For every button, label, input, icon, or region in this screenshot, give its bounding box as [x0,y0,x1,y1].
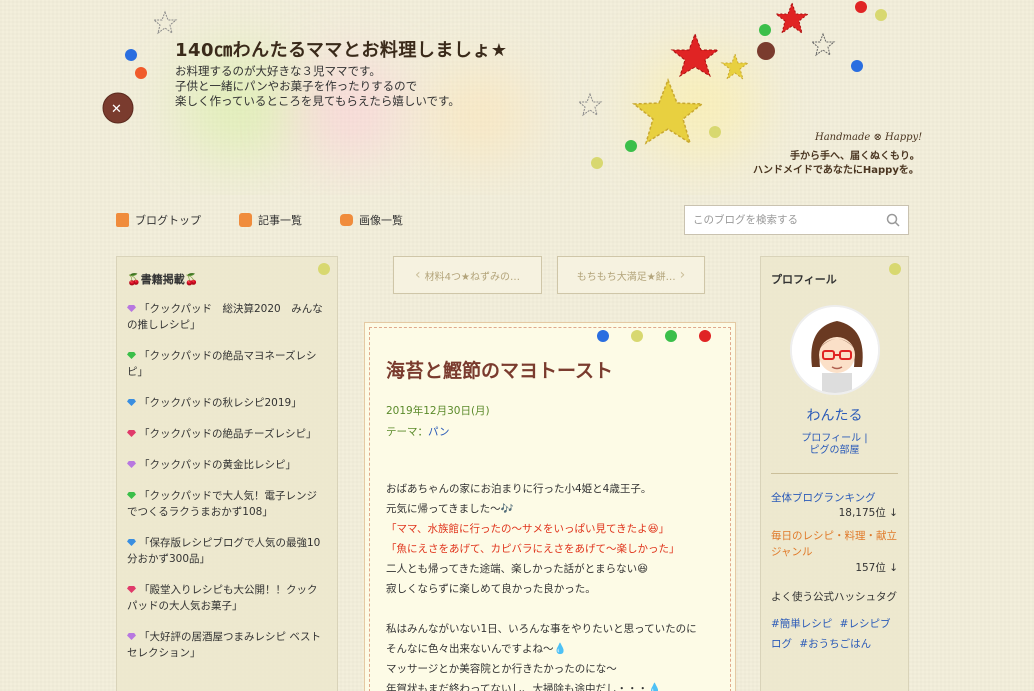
blog-description: お料理するのが大好きな３児ママです。 子供と一緒にパンやお菓子を作ったりするので… [175,64,460,108]
book-item[interactable]: 「クックパッドで大人気！電子レンジでつくるラクうまおかず108」 [127,488,327,520]
hashtag-link[interactable]: #簡単レシピ [771,618,832,630]
utensils-icon [757,42,775,60]
profile-link[interactable]: プロフィール [801,433,861,444]
document-icon [116,213,129,227]
blog-search [684,205,909,235]
genre-ranking-link[interactable]: 毎日のレシピ・料理・献立ジャンル [771,528,898,560]
genre-ranking-value: 157位 ↓ [855,562,898,574]
hashtag-list: #簡単レシピ #レシピブログ #おうちごはん [771,614,898,654]
camera-icon [340,214,353,226]
article-title[interactable]: 海苔と鰹節のマヨトースト [386,356,714,383]
theme-link[interactable]: パン [428,426,450,438]
gem-icon [127,399,136,406]
button-deco-icon [318,263,330,275]
books-heading: 🍒書籍掲載🍒 [127,273,199,286]
red-star-icon [774,1,810,35]
article-text: 「魚にえさをあげて、カピバラにえさをあげて〜楽しかった」 [386,543,680,555]
blog-title[interactable]: 140㎝わんたるママとお料理しましょ★ [175,36,508,62]
hashtag-title: よく使う公式ハッシュタグ [771,591,897,603]
search-icon[interactable] [886,213,900,227]
nav-articles[interactable]: 記事一覧 [239,212,302,228]
profile-name[interactable]: わんたる [771,405,898,425]
nav-blog-top[interactable]: ブログトップ [116,212,201,228]
tagline-1: 手から手へ、届くぬくもり。 [790,151,920,162]
article-text: 「ママ、水族館に行ったの〜サメをいっぱい見てきたよ😆」 [386,523,670,535]
books-list: 「クックパッド 総決算2020 みんなの推しレシピ」 「クックパッドの絶品マヨネ… [127,301,327,661]
pig-room-link[interactable]: ピグの部屋 [810,445,860,456]
article-date: 2019年12月30日(月) [386,405,490,417]
yellow-star-icon [631,77,705,145]
article-card: 海苔と鰹節のマヨトースト 2019年12月30日(月) テーマ：パン おばあちゃ… [364,322,736,691]
nav-images[interactable]: 画像一覧 [340,212,403,228]
article-text: 二人とも帰ってきた途端、楽しかった話がとまらない😆 [386,563,649,575]
gem-icon [127,492,136,499]
search-input[interactable] [685,206,875,234]
blog-header: ✕ 140㎝わんたるママとお料理しましょ★ お料理するのが大好きな３児ママです。… [0,0,1034,195]
gem-icon [127,461,136,468]
divider [771,473,898,474]
article-text: おばあちゃんの家にお泊まりに行った小4姫と4歳王子。 [386,483,652,495]
book-item[interactable]: 「大好評の居酒屋つまみレシピ ベストセレクション」 [127,629,327,661]
article-text: 元気に帰ってきました〜🎶 [386,503,514,515]
profile-panel: プロフィール わんたる プロフィール | ピグの部屋 全体ブログランキング 18… [760,256,909,691]
article-text: 年賀状もまだ終わってないし、大掃除も途中だし・・・💧 [386,683,662,691]
outline-star-icon [810,32,836,57]
books-panel: 🍒書籍掲載🍒 「クックパッド 総決算2020 みんなの推しレシピ」 「クックパッ… [116,256,338,691]
book-item[interactable]: 「クックパッドの絶品チーズレシピ」 [127,426,327,442]
outline-star-icon [152,10,178,35]
article-text: マッサージとか美容院とか行きたかったのにな〜 [386,663,617,675]
outline-star-icon [577,92,603,117]
chevron-right-icon: › [679,267,686,283]
copy-icon [239,213,252,227]
book-item[interactable]: 「クックパッドの秋レシピ2019」 [127,395,327,411]
overall-ranking-value: 18,175位 ↓ [838,507,898,519]
next-article-button[interactable]: もちもち大満足★餅… › [557,256,705,294]
avatar[interactable] [789,305,880,395]
gem-icon [127,305,136,312]
gem-icon [127,539,136,546]
red-star-icon [670,32,720,78]
yellow-star-icon [720,52,750,81]
article-theme: テーマ：パン [386,426,450,438]
article-text: 私はみんながいない1日、いろんな事をやりたいと思っていたのに [386,623,697,635]
book-item[interactable]: 「クックパッドの黄金比レシピ」 [127,457,327,473]
global-nav: ブログトップ 記事一覧 画像一覧 [116,212,403,228]
article-gap [386,599,714,619]
button-deco-icon [889,263,901,275]
hashtag-link[interactable]: #おうちごはん [799,638,871,650]
gem-icon [127,352,136,359]
book-item[interactable]: 「殿堂入りレシピも大公開！！クックパッドの大人気お菓子」 [127,582,327,614]
gem-icon [127,586,136,593]
book-item[interactable]: 「クックパッド 総決算2020 みんなの推しレシピ」 [127,301,327,333]
profile-links: プロフィール | ピグの部屋 [801,433,868,456]
overall-ranking-link[interactable]: 全体ブログランキング [771,490,898,505]
chevron-left-icon: ‹ [415,267,421,283]
article-text: 寂しくならずに楽しめて良かった良かった。 [386,583,596,595]
tagline-2: ハンドメイドであなたにHappyを。 [753,165,919,176]
tagline-en: Handmade ⊗ Happy! [815,132,923,143]
prev-article-button[interactable]: ‹ 材料4つ★ねずみの… [393,256,542,294]
book-item[interactable]: 「保存版レシピブログで人気の最強10分おかず300品」 [127,535,327,567]
avatar-illustration-icon [791,307,878,393]
svg-text:✕: ✕ [111,102,122,117]
gem-icon [127,430,136,437]
gem-icon [127,633,136,640]
book-item[interactable]: 「クックパッドの絶品マヨネーズレシピ」 [127,348,327,380]
article-text: そんなに色々出来ないんですよね〜💧 [386,643,567,655]
article-body: 海苔と鰹節のマヨトースト 2019年12月30日(月) テーマ：パン おばあちゃ… [369,327,731,691]
